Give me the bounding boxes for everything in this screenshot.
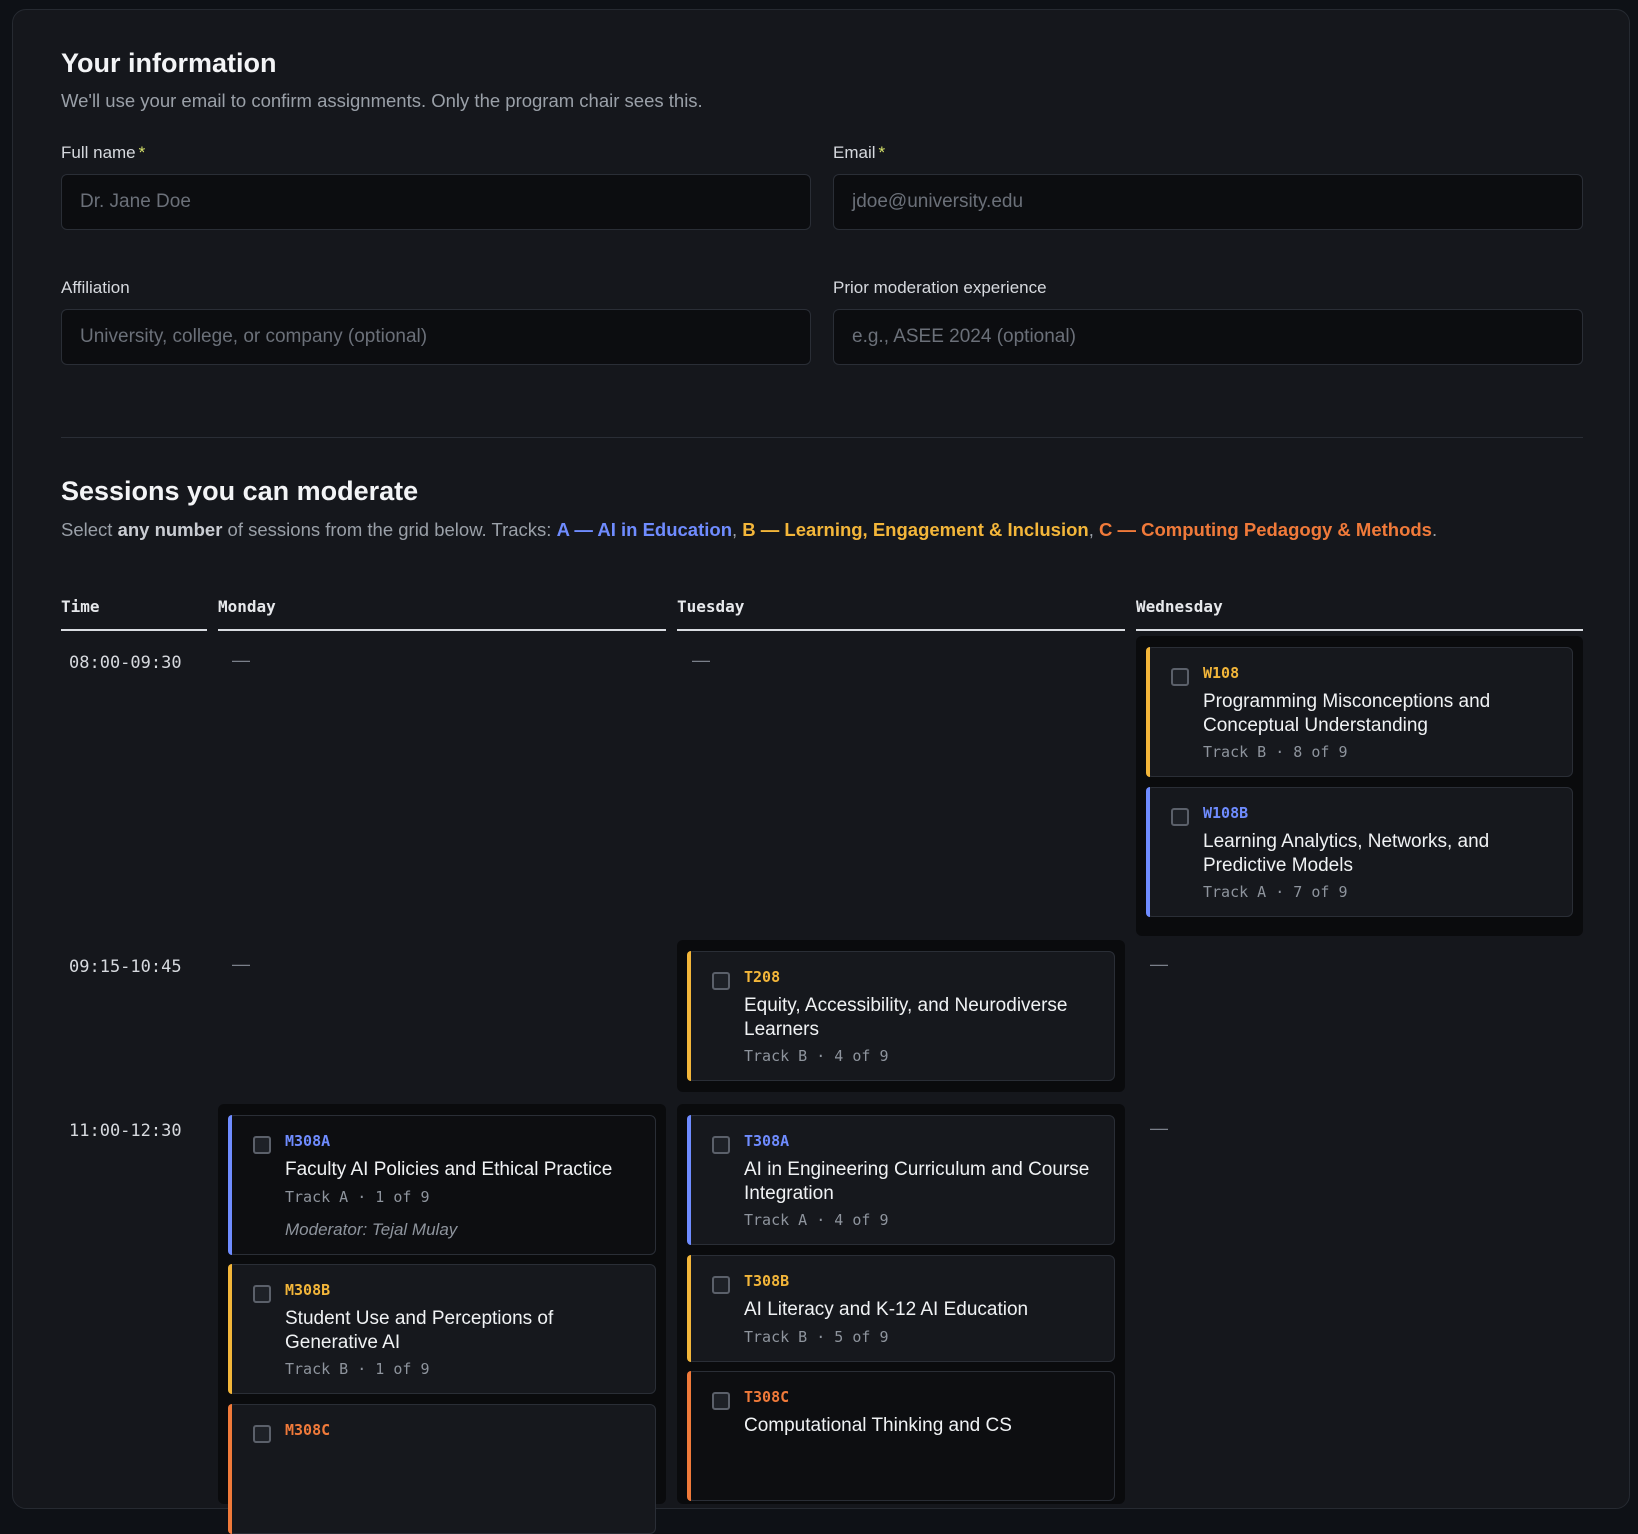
email-placeholder: jdoe@university.edu	[852, 191, 1024, 212]
session-meta: Track B · 4 of 9	[744, 1047, 889, 1065]
session-title: Equity, Accessibility, and Neurodiverse …	[744, 995, 1068, 1040]
session-title: Learning Analytics, Networks, and Predic…	[1203, 831, 1490, 876]
column-header-wednesday: Wednesday	[1136, 597, 1583, 631]
slot-mon-1100: M308A Faculty AI Policies and Ethical Pr…	[218, 1104, 666, 1534]
session-title: AI in Engineering Curriculum and Course …	[744, 1159, 1090, 1204]
session-meta: Track A · 7 of 9	[1203, 883, 1348, 901]
required-mark: *	[878, 143, 886, 162]
experience-label: Prior moderation experience	[833, 278, 1047, 297]
empty-slot: —	[1150, 1118, 1168, 1138]
empty-slot: —	[232, 650, 250, 670]
session-checkbox[interactable]	[253, 1425, 271, 1443]
session-checkbox[interactable]	[253, 1136, 271, 1154]
session-checkbox[interactable]	[712, 1392, 730, 1410]
session-meta: Track A · 1 of 9	[285, 1188, 430, 1206]
session-code: T308C	[744, 1388, 790, 1406]
session-card-m308b[interactable]: M308B Student Use and Perceptions of Gen…	[228, 1264, 656, 1394]
section-divider	[61, 437, 1583, 438]
session-code: M308B	[285, 1281, 331, 1299]
empty-slot: —	[232, 954, 250, 974]
affiliation-placeholder: University, college, or company (optiona…	[80, 326, 428, 347]
session-title: Computational Thinking and CS	[744, 1415, 1012, 1436]
track-c-bar	[687, 1371, 691, 1501]
slot-tue-1100: T308A AI in Engineering Curriculum and C…	[677, 1104, 1125, 1504]
column-header-time: Time	[61, 597, 207, 631]
email-label: Email *	[833, 143, 886, 162]
session-card-m308a[interactable]: M308A Faculty AI Policies and Ethical Pr…	[228, 1115, 656, 1255]
sessions-intro: Select any number of sessions from the g…	[61, 519, 1438, 540]
session-moderator: Moderator: Tejal Mulay	[285, 1220, 458, 1239]
slot-wed-0800: W108 Programming Misconceptions and Conc…	[1136, 636, 1583, 936]
slot-tue-0915: T208 Equity, Accessibility, and Neurodiv…	[677, 940, 1125, 1092]
session-code: T308B	[744, 1272, 790, 1290]
full-name-label: Full name *	[61, 143, 146, 162]
session-card-w108[interactable]: W108 Programming Misconceptions and Conc…	[1146, 647, 1573, 777]
experience-placeholder: e.g., ASEE 2024 (optional)	[852, 326, 1076, 347]
session-code: W108	[1203, 664, 1240, 682]
session-code: M308A	[285, 1132, 331, 1150]
experience-input[interactable]: e.g., ASEE 2024 (optional)	[833, 309, 1583, 365]
session-checkbox[interactable]	[253, 1285, 271, 1303]
session-code: M308C	[285, 1421, 331, 1439]
session-meta: Track B · 8 of 9	[1203, 743, 1348, 761]
column-header-tuesday: Tuesday	[677, 597, 1125, 631]
session-card-t308b[interactable]: T308B AI Literacy and K-12 AI Education …	[687, 1255, 1115, 1362]
info-subtitle: We'll use your email to confirm assignme…	[61, 90, 703, 111]
session-code: W108B	[1203, 804, 1249, 822]
empty-slot: —	[692, 650, 710, 670]
track-c-bar	[228, 1404, 232, 1534]
full-name-input[interactable]: Dr. Jane Doe	[61, 174, 811, 230]
affiliation-label: Affiliation	[61, 278, 130, 297]
session-checkbox[interactable]	[1171, 668, 1189, 686]
track-a-bar	[1146, 787, 1150, 917]
track-b-bar	[687, 1255, 691, 1362]
info-heading: Your information	[61, 48, 277, 78]
track-a-bar	[228, 1115, 232, 1255]
empty-slot: —	[1150, 954, 1168, 974]
session-code: T208	[744, 968, 781, 986]
track-a-bar	[687, 1115, 691, 1245]
session-checkbox[interactable]	[712, 1276, 730, 1294]
form-card: Your information We'll use your email to…	[12, 9, 1630, 1534]
track-b-legend: B — Learning, Engagement & Inclusion	[742, 519, 1089, 540]
track-b-bar	[687, 951, 691, 1081]
session-card-t308c[interactable]: T308C Computational Thinking and CS	[687, 1371, 1115, 1501]
track-a-legend: A — AI in Education	[556, 519, 733, 540]
email-input[interactable]: jdoe@university.edu	[833, 174, 1583, 230]
session-checkbox[interactable]	[712, 1136, 730, 1154]
affiliation-input[interactable]: University, college, or company (optiona…	[61, 309, 811, 365]
session-title: Programming Misconceptions and Conceptua…	[1203, 691, 1491, 736]
session-title: Student Use and Perceptions of Generativ…	[285, 1308, 554, 1353]
session-checkbox[interactable]	[1171, 808, 1189, 826]
required-mark: *	[138, 143, 146, 162]
time-slot-2: 09:15-10:45	[69, 957, 182, 977]
session-card-w108b[interactable]: W108B Learning Analytics, Networks, and …	[1146, 787, 1573, 917]
session-card-m308c[interactable]: M308C	[228, 1404, 656, 1534]
session-title: Faculty AI Policies and Ethical Practice	[285, 1159, 613, 1180]
time-slot-3: 11:00-12:30	[69, 1121, 182, 1141]
session-card-t208[interactable]: T208 Equity, Accessibility, and Neurodiv…	[687, 951, 1115, 1081]
full-name-placeholder: Dr. Jane Doe	[80, 191, 191, 212]
track-b-bar	[1146, 647, 1150, 777]
session-meta: Track B · 1 of 9	[285, 1360, 430, 1378]
time-slot-1: 08:00-09:30	[69, 653, 182, 673]
sessions-heading: Sessions you can moderate	[61, 476, 419, 506]
session-checkbox[interactable]	[712, 972, 730, 990]
column-header-monday: Monday	[218, 597, 666, 631]
session-title: AI Literacy and K-12 AI Education	[744, 1299, 1029, 1320]
session-meta: Track B · 5 of 9	[744, 1328, 889, 1346]
track-c-legend: C — Computing Pedagogy & Methods	[1098, 519, 1432, 540]
track-b-bar	[228, 1264, 232, 1394]
session-card-t308a[interactable]: T308A AI in Engineering Curriculum and C…	[687, 1115, 1115, 1245]
session-meta: Track A · 4 of 9	[744, 1211, 889, 1229]
session-code: T308A	[744, 1132, 790, 1150]
